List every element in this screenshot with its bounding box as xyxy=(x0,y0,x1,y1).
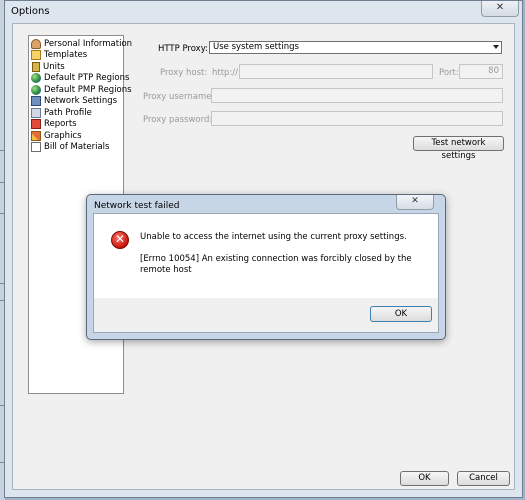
reports-icon xyxy=(31,119,41,130)
sidebar-item-units[interactable]: Units xyxy=(29,61,123,73)
sidebar-item-label: Path Profile xyxy=(44,107,92,118)
sidebar-item-templates[interactable]: Templates xyxy=(29,50,123,62)
sidebar-item-bill-of-materials[interactable]: Bill of Materials xyxy=(29,142,123,154)
sidebar-item-label: Default PMP Regions xyxy=(44,84,132,95)
dialog-message-area: ✕ Unable to access the internet using th… xyxy=(94,214,438,298)
sidebar-item-label: Templates xyxy=(44,50,88,61)
proxy-host-label: Proxy host: xyxy=(160,68,208,78)
proxy-username-field[interactable] xyxy=(211,88,503,103)
http-proxy-label: HTTP Proxy: xyxy=(158,44,208,54)
sidebar-item-network-settings[interactable]: Network Settings xyxy=(29,96,123,108)
globe-icon xyxy=(31,73,41,84)
sidebar-item-label: Reports xyxy=(44,119,77,130)
network-icon xyxy=(31,96,41,107)
templates-icon xyxy=(31,50,41,61)
cancel-button[interactable]: Cancel xyxy=(457,471,510,486)
sidebar-item-label: Units xyxy=(43,61,65,72)
sidebar-item-personal-information[interactable]: Personal Information xyxy=(29,38,132,50)
globe-icon xyxy=(31,84,41,95)
port-label: Port: xyxy=(439,68,459,78)
chevron-down-icon xyxy=(493,45,499,49)
sidebar-item-label: Bill of Materials xyxy=(44,142,110,153)
sidebar-item-default-pmp-regions[interactable]: Default PMP Regions xyxy=(29,84,132,96)
sidebar-item-label: Personal Information xyxy=(44,38,133,49)
proxy-host-prefix: http:// xyxy=(212,68,239,78)
test-network-settings-button[interactable]: Test network settings xyxy=(413,136,504,161)
http-proxy-value: Use system settings xyxy=(213,42,299,52)
sidebar-item-label: Network Settings xyxy=(44,96,118,107)
dialog-body: ✕ Unable to access the internet using th… xyxy=(93,213,439,333)
person-icon xyxy=(31,38,41,49)
sidebar-item-default-ptp-regions[interactable]: Default PTP Regions xyxy=(29,73,129,85)
dialog-title: Network test failed xyxy=(94,201,180,211)
sidebar-item-label: Graphics xyxy=(44,130,82,141)
sidebar-item-label: Default PTP Regions xyxy=(44,73,130,84)
sidebar-item-reports[interactable]: Reports xyxy=(29,119,123,131)
dialog-detail: [Errno 10054] An existing connection was… xyxy=(140,254,412,275)
window-title: Options xyxy=(11,6,50,17)
port-field[interactable]: 80 xyxy=(459,64,503,79)
http-proxy-select[interactable]: Use system settings xyxy=(209,41,502,54)
units-icon xyxy=(32,61,40,72)
sidebar-item-path-profile[interactable]: Path Profile xyxy=(29,107,123,119)
proxy-password-field[interactable] xyxy=(211,111,503,126)
path-profile-icon xyxy=(31,107,41,118)
error-icon: ✕ xyxy=(111,231,129,249)
sidebar-item-graphics[interactable]: Graphics xyxy=(29,130,123,142)
proxy-username-label: Proxy username: xyxy=(143,92,215,102)
proxy-host-field[interactable] xyxy=(239,64,433,79)
window-close-button[interactable]: ✕ xyxy=(481,1,519,17)
proxy-password-label: Proxy password: xyxy=(143,115,213,125)
network-test-failed-dialog: Network test failed ✕ ✕ Unable to access… xyxy=(86,194,446,340)
dialog-message: Unable to access the internet using the … xyxy=(140,232,407,242)
dialog-close-button[interactable]: ✕ xyxy=(396,195,434,210)
dialog-ok-button[interactable]: OK xyxy=(370,306,432,322)
graphics-icon xyxy=(31,130,41,141)
ok-button[interactable]: OK xyxy=(400,471,449,486)
bill-of-materials-icon xyxy=(31,142,41,153)
